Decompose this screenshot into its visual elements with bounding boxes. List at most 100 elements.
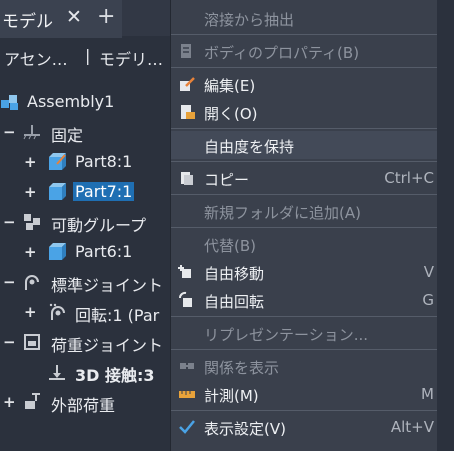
menu-item-shortcut: G [422,291,434,309]
menu-item-substitute[interactable]: 代替(B) [171,230,438,258]
tree-item-external-loads[interactable]: + 外部荷重 [0,389,170,415]
menu-separator [171,67,438,68]
revolute-joint-icon [49,303,65,320]
menu-item-measure[interactable]: 計測(M) M [171,380,438,408]
tree-item-part8[interactable]: + Part8:1 [0,149,170,175]
expand-icon[interactable]: + [24,183,37,201]
expand-icon[interactable]: + [24,153,37,171]
menu-item-keep-dof[interactable]: 自由度を保持 [171,131,438,159]
menu-item-label: 編集(E) [204,77,256,95]
subtab-assembly[interactable]: アセン… [4,46,68,70]
tree-item-part6[interactable]: + Part6:1 [0,239,170,265]
menu-separator [171,34,438,35]
tree-item-assembly1[interactable]: Assembly1 [0,89,170,115]
tree-item-part7[interactable]: + Part7:1 [0,179,170,205]
menu-item-representation[interactable]: リプレゼンテーション... [171,319,438,347]
tree-label: Part6:1 [75,242,133,261]
load-joint-icon [24,334,40,350]
menu-separator [171,349,438,350]
menu-item-extract-weld[interactable]: 溶接から抽出 [171,4,438,32]
tree-label: 荷重ジョイント [51,336,164,355]
menu-item-show-relations[interactable]: 関係を表示 [171,352,438,380]
menu-item-label: 計測(M) [204,387,259,405]
menu-item-body-properties[interactable]: ボディのプロパティ(B) [171,37,438,65]
tree-item-load-joints[interactable]: − 荷重ジョイント [0,329,170,355]
subtab-modeling[interactable]: モデリ… [99,46,163,70]
menu-item-label: 新規フォルダに追加(A) [204,204,361,222]
menu-item-label: 自由移動 [204,265,265,283]
expand-icon[interactable]: + [3,393,16,411]
menu-item-add-to-new-folder[interactable]: 新規フォルダに追加(A) [171,197,438,225]
menu-item-label: コピー [204,171,250,189]
tree-label: 3D 接触:3 [75,366,155,385]
menu-item-display-settings[interactable]: 表示設定(V) Alt+V [171,413,438,441]
collapse-icon[interactable]: − [3,273,16,291]
part-icon [49,183,66,200]
part-icon [49,243,66,260]
menu-item-label: ボディのプロパティ(B) [204,44,360,62]
subtab-divider: | [85,46,91,65]
menu-item-open[interactable]: 開く(O) [171,98,438,126]
menu-item-shortcut: Alt+V [390,418,434,436]
tree-item-rotation[interactable]: + 回転:1 (Par [0,299,170,325]
model-browser-panel: モデル ✕ + アセン… | モデリ… Assembly1 − 固定 + Par… [0,0,170,451]
menu-item-shortcut: M [421,385,434,403]
tree-label: 外部荷重 [51,396,116,415]
menu-item-label: 関係を表示 [204,359,280,377]
menu-separator [171,194,438,195]
joint-icon [25,275,39,290]
contact-icon [49,365,65,380]
menu-item-copy[interactable]: コピー Ctrl+C [171,164,438,192]
menu-item-label: リプレゼンテーション... [204,326,369,344]
check-icon [179,420,195,434]
background-edge [437,0,454,451]
tree-label: 回転:1 (Par [75,306,160,325]
measure-icon [179,391,195,398]
menu-separator [171,316,438,317]
browser-subtabs: アセン… | モデリ… [0,46,170,74]
menu-item-shortcut: Ctrl+C [384,169,434,187]
tree-label: Assembly1 [27,92,115,111]
tab-model-label: モデル [2,12,53,32]
assembly-icon [1,95,18,110]
tree-item-fixed[interactable]: − 固定 [0,119,170,145]
external-load-icon [25,393,40,409]
tree-label-selected: Part7:1 [73,182,135,201]
tree-item-3d-contact[interactable]: 3D 接触:3 [0,359,170,385]
context-menu: 溶接から抽出 ボディのプロパティ(B) 編集(E) 開く(O) 自由度を保持 コ… [170,0,438,451]
menu-separator [171,410,438,411]
menu-item-label: 自由度を保持 [204,138,295,156]
group-icon [24,214,40,230]
menu-item-label: 開く(O) [204,105,258,123]
tree-item-movable-group[interactable]: − 可動グループ [0,209,170,235]
menu-item-label: 代替(B) [204,237,256,255]
free-rotate-icon [179,291,192,307]
tree-item-standard-joints[interactable]: − 標準ジョイント [0,269,170,295]
collapse-icon[interactable]: − [3,213,16,231]
relations-icon [180,363,194,369]
menu-item-shortcut: V [423,263,434,281]
menu-separator [171,161,438,162]
close-icon[interactable]: ✕ [66,6,82,28]
menu-item-edit[interactable]: 編集(E) [171,70,438,98]
tree-label: 標準ジョイント [51,276,164,295]
menu-item-free-move[interactable]: 自由移動 V [171,258,438,286]
panel-tabbar: モデル ✕ + [0,0,170,38]
part-edit-icon [49,153,66,170]
open-icon [181,105,195,119]
menu-item-free-rotate[interactable]: 自由回転 G [171,286,438,314]
menu-separator [171,128,438,129]
menu-separator [171,227,438,228]
tree-label: 可動グループ [51,216,147,235]
properties-icon [181,44,191,58]
tree-label: Part8:1 [75,152,133,171]
collapse-icon[interactable]: − [3,123,16,141]
expand-icon[interactable]: + [24,303,37,321]
menu-item-label: 溶接から抽出 [204,11,295,29]
add-tab-icon[interactable]: + [97,4,115,29]
menu-item-label: 自由回転 [204,293,265,311]
expand-icon[interactable]: + [24,243,37,261]
copy-icon [181,172,193,185]
collapse-icon[interactable]: − [3,333,16,351]
menu-item-label: 表示設定(V) [204,420,286,438]
